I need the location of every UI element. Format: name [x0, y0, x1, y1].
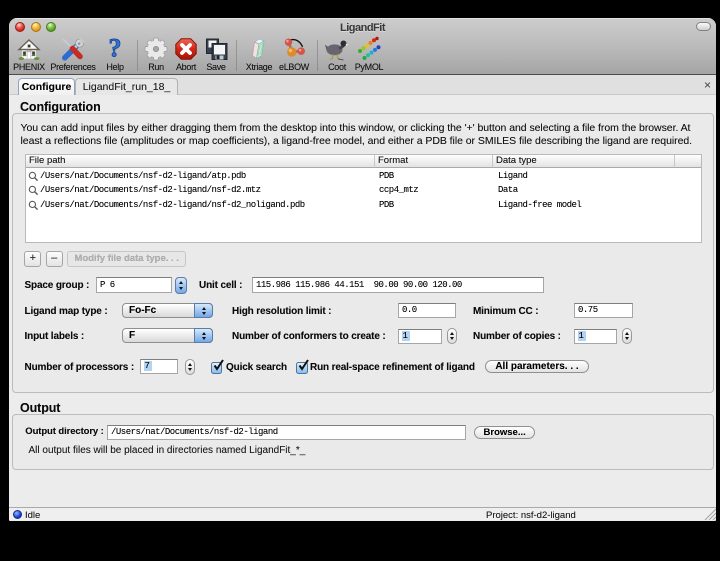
svg-text:?: ? [109, 37, 122, 61]
